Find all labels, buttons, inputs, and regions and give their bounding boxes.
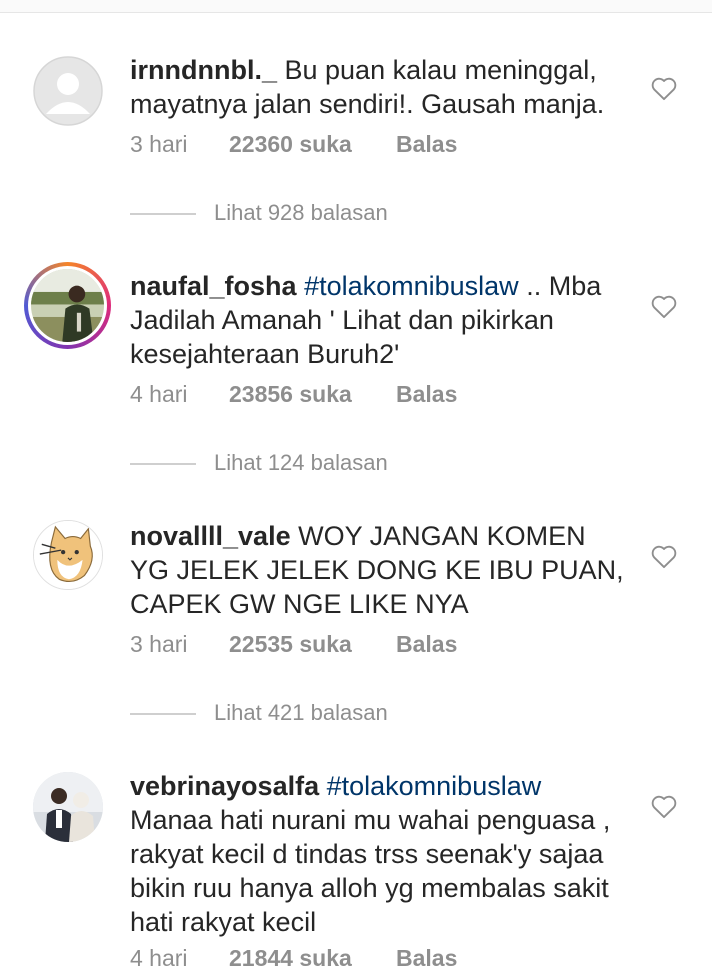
default-avatar-icon (33, 56, 103, 126)
reply-button[interactable]: Balas (396, 945, 457, 972)
replies-divider (130, 213, 196, 215)
heart-icon[interactable] (650, 293, 678, 319)
reply-button[interactable]: Balas (396, 381, 457, 408)
person-photo (31, 269, 104, 342)
heart-icon[interactable] (650, 543, 678, 569)
comment-time: 3 hari (130, 631, 188, 657)
couple-photo (33, 772, 103, 842)
view-replies-label[interactable]: Lihat 928 balasan (214, 200, 388, 226)
comment-username[interactable]: novallll_vale (130, 521, 291, 551)
comment-text: irnndnnbl._ Bu puan kalau meninggal, may… (130, 53, 630, 121)
reply-button[interactable]: Balas (396, 631, 457, 658)
heart-icon[interactable] (650, 793, 678, 819)
cat-drawing (34, 521, 102, 589)
reply-button[interactable]: Balas (396, 131, 457, 158)
like-count[interactable]: 21844 suka (229, 945, 352, 972)
comment-text: novallll_vale WOY JANGAN KOMEN YG JELEK … (130, 519, 630, 621)
replies-divider (130, 713, 196, 715)
heart-icon[interactable] (650, 75, 678, 101)
like-count[interactable]: 23856 suka (229, 381, 352, 408)
comment-time: 4 hari (130, 381, 188, 407)
avatar[interactable] (33, 772, 103, 842)
like-count[interactable]: 22360 suka (229, 131, 352, 158)
avatar[interactable] (24, 262, 111, 349)
view-replies-label[interactable]: Lihat 421 balasan (214, 700, 388, 726)
top-bar (0, 0, 712, 13)
comment-username[interactable]: vebrinayosalfa (130, 771, 319, 801)
replies-divider (130, 463, 196, 465)
comment-text: naufal_fosha #tolakomnibuslaw .. Mba Jad… (130, 269, 630, 371)
comment-time: 4 hari (130, 945, 188, 971)
hashtag-link[interactable]: #tolakomnibuslaw (327, 771, 542, 801)
comment-username[interactable]: naufal_fosha (130, 271, 297, 301)
hashtag-link[interactable]: #tolakomnibuslaw (304, 271, 519, 301)
like-count[interactable]: 22535 suka (229, 631, 352, 658)
avatar[interactable] (33, 56, 103, 126)
comment-text: vebrinayosalfa #tolakomnibuslaw Manaa ha… (130, 769, 630, 939)
comment-body: Manaa hati nurani mu wahai penguasa , ra… (130, 805, 611, 937)
comment-time: 3 hari (130, 131, 188, 157)
view-replies-label[interactable]: Lihat 124 balasan (214, 450, 388, 476)
avatar[interactable] (33, 520, 103, 590)
comment-username[interactable]: irnndnnbl._ (130, 55, 277, 85)
